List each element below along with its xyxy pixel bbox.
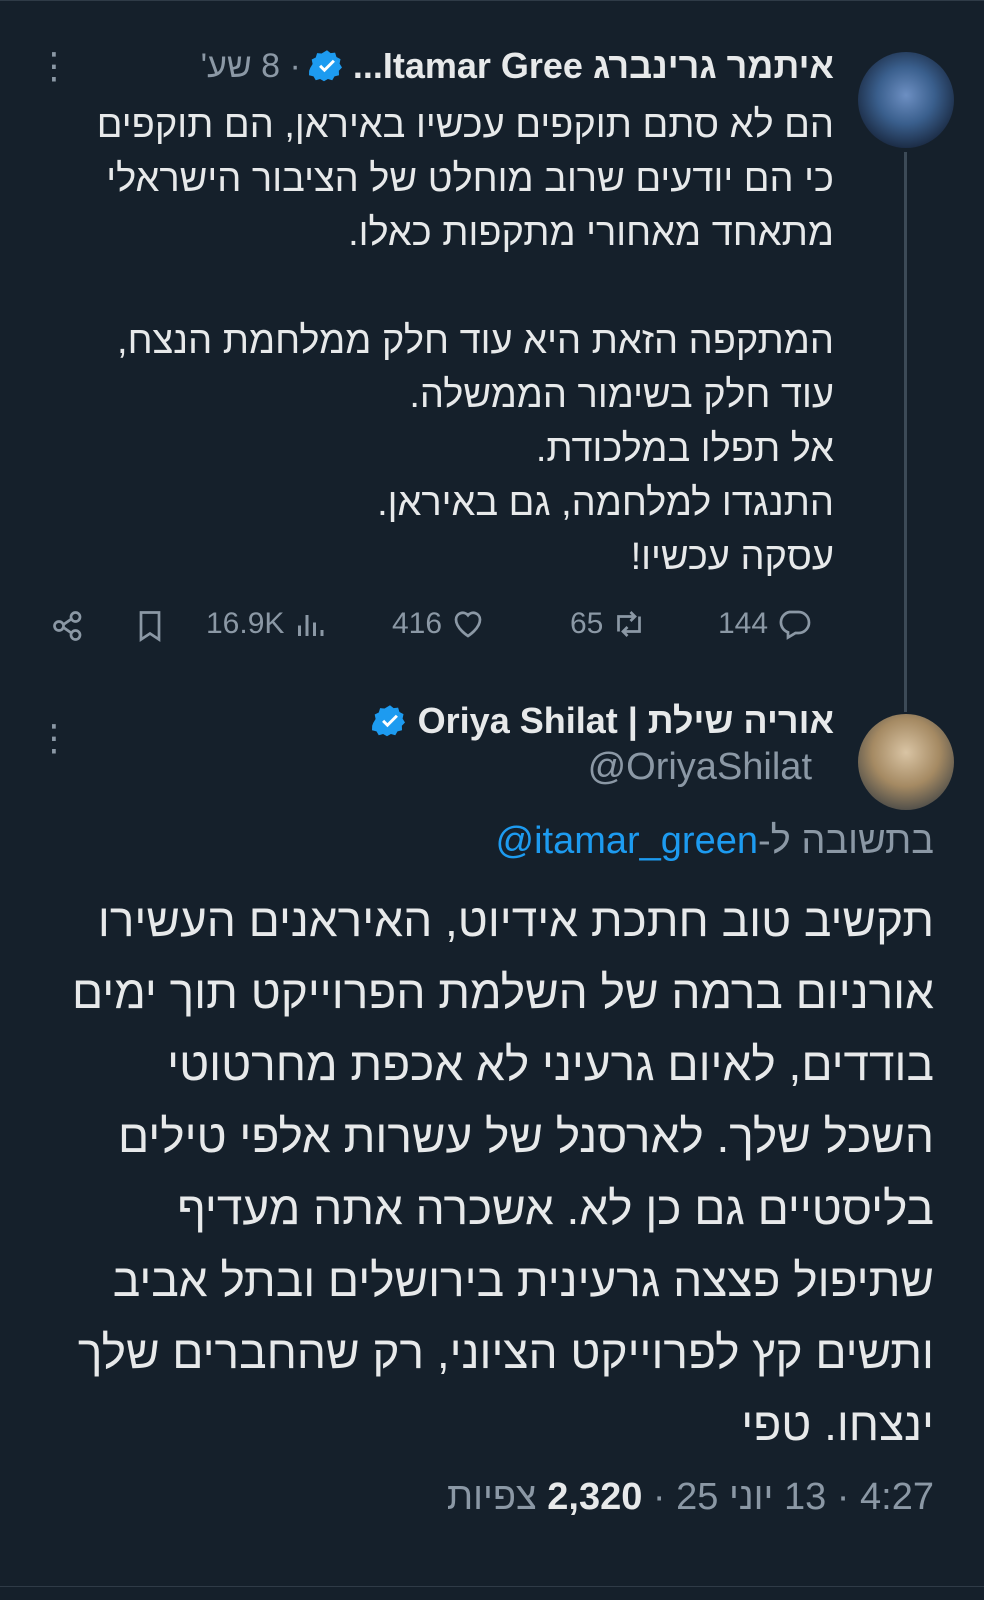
tweet-date[interactable]: 13 יוני 25 [676,1476,826,1518]
reply-button[interactable]: 144 [718,606,812,642]
tweet-time[interactable]: · 8 שע' [201,47,301,86]
tweet-time[interactable]: 4:27 [860,1476,934,1518]
reply-icon [779,610,811,640]
text-line: עוד חלק בשימור הממשלה. [409,374,834,416]
more-vertical-icon[interactable]: ⋮ [36,720,72,756]
retweet-icon [617,611,642,637]
text-line: כי הם יודעים שרוב מוחלט של הציבור הישראל… [106,158,834,200]
views-count: 2,320 [547,1476,643,1518]
share-button[interactable] [50,608,86,644]
text-line: השכל שלך. לארסנל של עשרות אלפי טילים [118,1110,934,1162]
tweet-header: איתמר גרינברג Itamar Gree... · 8 שע' [201,45,834,87]
retweet-count: 65 [570,607,604,640]
author-name[interactable]: איתמר גרינברג Itamar Gree... [353,45,834,87]
tweet-header: אוריה שילת | Oriya Shilat [371,700,834,742]
author-handle[interactable]: @OriyaShilat [588,746,812,789]
text-line: ינצחו. טפי [741,1398,934,1450]
tweet-text: תקשיב טוב חתכת אידיוט, האיראנים העשירו א… [34,884,934,1460]
verified-badge-icon [308,50,342,82]
avatar[interactable] [858,714,954,810]
tweet-meta: 4:27 · 13 יוני 25 · 2,320 צפיות [446,1476,934,1518]
text-line: אורניום ברמה של השלמת הפרוייקט תוך ימים [71,966,934,1018]
reply-context: בתשובה ל-@itamar_green [496,820,934,863]
bottom-divider [0,1586,984,1587]
text-line: מתאחד מאחורי מתקפות כאלו. [348,212,834,254]
views-button[interactable]: 16.9K [206,606,328,642]
author-name[interactable]: אוריה שילת | Oriya Shilat [418,700,834,742]
reply-count: 144 [718,607,769,640]
like-count: 416 [392,607,443,640]
text-line: עסקה עכשיו! [630,536,834,578]
top-divider [0,0,984,1]
bookmark-icon [139,611,161,643]
tweet-text: הם לא סתם תוקפים עכשיו באיראן, הם תוקפים… [34,98,834,584]
avatar[interactable] [858,52,954,148]
views-count: 16.9K [206,607,285,640]
heart-icon [454,611,482,638]
bookmark-button[interactable] [132,608,168,644]
verified-badge-icon [371,705,405,737]
text-line: בליסטיים גם כן לא. אשכרה אתה מעדיף [177,1182,934,1234]
text-line: בודדים, לאיום גרעיני לא אכפת מחרטוטי [167,1038,934,1090]
share-icon [53,611,82,641]
like-button[interactable]: 416 [392,606,486,642]
text-line: אל תפלו במלכודת. [535,428,834,470]
text-line: המתקפה הזאת היא עוד חלק ממלחמת הנצח, [117,320,834,362]
text-line: ותשים קץ לפרוייקט הציוני, רק שהחברים שלך [77,1326,934,1378]
views-label: צפיות [446,1476,537,1518]
text-line: תקשיב טוב חתכת אידיוט, האיראנים העשירו [97,894,934,946]
reply-prefix: בתשובה ל- [758,820,934,862]
text-line: הם לא סתם תוקפים עכשיו באיראן, הם תוקפים [96,104,834,146]
tweet-actions: 144 65 416 16.9K [0,602,984,652]
retweet-button[interactable]: 65 [570,606,647,642]
text-line: התנגדו למלחמה, גם באיראן. [377,482,834,524]
reply-mention-link[interactable]: @itamar_green [496,820,758,862]
views-bar-icon [298,615,324,636]
text-line: שתיפול פצצה גרעינית בירושלים ובתל אביב [112,1254,934,1306]
more-vertical-icon[interactable]: ⋮ [36,48,72,84]
